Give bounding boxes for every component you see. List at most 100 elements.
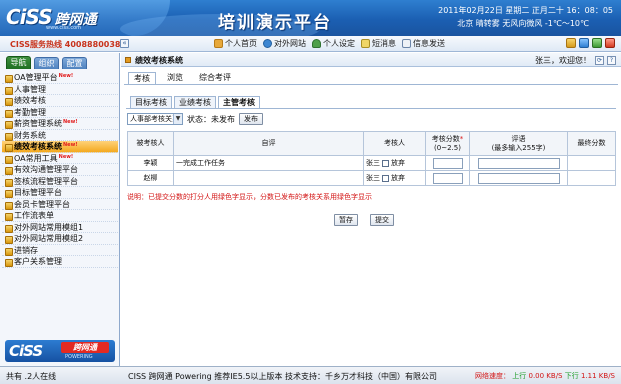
- tab-organization[interactable]: 组织: [34, 57, 59, 69]
- copyright-text: CISS 跨网通 Powering 推荐IE5.5以上版本 技术支持：千乡万才科…: [128, 372, 437, 381]
- sidebar-item[interactable]: 人事管理: [2, 84, 118, 95]
- link-label: 个人设定: [323, 39, 355, 48]
- link-label: 对外网站: [274, 39, 306, 48]
- sidebar-item[interactable]: 有效沟通管理平台: [2, 164, 118, 176]
- sidebar-item[interactable]: OA常用工具New!: [2, 153, 118, 164]
- cell-final-score: [567, 155, 616, 171]
- side-logo-powering: POWERING: [65, 354, 93, 360]
- sidebar-item[interactable]: 绩效考核系统New!: [2, 141, 118, 153]
- tab-overall-review[interactable]: 综合考评: [194, 72, 236, 84]
- relation-select[interactable]: 人事部考核关系 ▼: [127, 113, 183, 125]
- side-logo-en: CiSS: [9, 342, 43, 360]
- chevron-down-icon: ▼: [173, 114, 182, 124]
- sidebar-item[interactable]: 进销存: [2, 245, 118, 256]
- subtab-target-assessment[interactable]: 目标考核: [130, 96, 172, 108]
- cell-score: [425, 170, 470, 186]
- sidebar-item-label: 薪资管理系统: [14, 119, 62, 128]
- main-panel: 绩效考核系统 张三，欢迎您！ ⟳ ? 考核 浏览 综合考评 目标考核 业绩考核 …: [121, 53, 621, 366]
- publish-button[interactable]: 发布: [239, 113, 263, 125]
- sidebar-item-label: 财务系统: [14, 130, 46, 140]
- tab-configuration[interactable]: 配置: [62, 57, 87, 69]
- score-input[interactable]: [432, 157, 463, 169]
- explanation-note: 说明：已提交分数的打分人用绿色字显示，分数已发布的考核关系用绿色字显示: [127, 193, 372, 201]
- assessment-table: 被考核人 自评 考核人 考核分数* (0~2.5) 评语 (最多输入255字) …: [127, 131, 616, 186]
- link-personal-settings[interactable]: 个人设定: [312, 38, 355, 49]
- sidebar-item[interactable]: 财务系统: [2, 130, 118, 141]
- tab-browse[interactable]: 浏览: [162, 72, 188, 84]
- sidebar-item[interactable]: 客户关系管理: [2, 256, 118, 268]
- upload-label: 上行: [512, 372, 527, 380]
- col-score-range: (0~2.5): [434, 143, 461, 152]
- folder-icon[interactable]: [566, 38, 576, 48]
- user-settings-icon: [312, 39, 321, 48]
- collapse-sidebar-button[interactable]: «: [120, 39, 129, 48]
- link-personal-home[interactable]: 个人首页: [214, 38, 257, 49]
- table-row: 赵柳 张三 放弃: [127, 170, 616, 186]
- home-icon: [214, 39, 223, 48]
- status-bar: 共有 .2人在线 CISS 跨网通 Powering 推荐IE5.5以上版本 技…: [0, 366, 621, 384]
- logo-url: www.ciss.com: [46, 25, 82, 31]
- link-send-info[interactable]: 信息发送: [402, 38, 445, 49]
- message-icon: [361, 39, 370, 48]
- section-icon: [125, 57, 131, 63]
- network-speed: 网络速度： 上行 0.00 KB/S 下行 1.11 KB/S: [475, 371, 615, 381]
- sidebar-menu: OA管理平台New! 人事管理 绩效考核 考勤管理 薪资管理系统New! 财务系统 绩效考核…: [2, 72, 118, 268]
- subtab-performance-assessment[interactable]: 业绩考核: [174, 96, 216, 108]
- top-header: CiSS 跨网通 www.ciss.com 培训演示平台 2011年02月22日…: [0, 0, 621, 36]
- refresh-icon[interactable]: [579, 38, 589, 48]
- sidebar-item[interactable]: 薪资管理系统New!: [2, 118, 118, 130]
- sidebar-item[interactable]: OA管理平台New!: [2, 72, 118, 84]
- link-label: 信息发送: [413, 39, 445, 48]
- new-badge: New!: [63, 119, 78, 125]
- ciss-logo: CiSS 跨网通 www.ciss.com: [6, 5, 97, 31]
- subtab-divider: [126, 108, 616, 109]
- waive-checkbox[interactable]: [382, 174, 389, 182]
- sidebar-item-label: 对外网站常用模组1: [14, 222, 84, 232]
- sidebar-item[interactable]: 签核流程管理平台: [2, 176, 118, 187]
- sidebar-item-label: 有效沟通管理平台: [14, 165, 78, 174]
- col-final-score: 最终分数: [567, 131, 616, 156]
- comment-input[interactable]: [477, 157, 560, 169]
- mail-icon: [402, 39, 411, 48]
- sidebar-item[interactable]: 工作流表单: [2, 210, 118, 222]
- page-title: 绩效考核系统: [135, 56, 183, 65]
- exit-icon[interactable]: [605, 38, 615, 48]
- help-icon[interactable]: ?: [607, 56, 616, 65]
- sidebar-tabs: 导航 组织 配置: [0, 55, 120, 69]
- sidebar-item[interactable]: 绩效考核: [2, 95, 118, 107]
- score-input[interactable]: [432, 172, 463, 184]
- sidebar-item[interactable]: 会员卡管理平台: [2, 199, 118, 210]
- sidebar-item[interactable]: 目标管理平台: [2, 187, 118, 199]
- upload-value: 0.00 KB/S: [528, 372, 563, 380]
- cell-final-score: [567, 170, 616, 186]
- comment-input[interactable]: [477, 172, 560, 184]
- tab-assess[interactable]: 考核: [128, 72, 156, 84]
- online-count: 共有 .2人在线: [6, 372, 57, 381]
- cell-comment: [469, 170, 568, 186]
- link-short-message[interactable]: 短消息: [361, 38, 396, 49]
- waive-checkbox[interactable]: [382, 159, 389, 167]
- sidebar-item[interactable]: 对外网站常用模组2: [2, 233, 118, 245]
- download-icon[interactable]: [592, 38, 602, 48]
- side-logo-cn: 跨网通: [61, 342, 109, 353]
- waive-label: 放弃: [391, 174, 405, 182]
- col-self-eval: 自评: [173, 131, 364, 156]
- table-header-row: 被考核人 自评 考核人 考核分数* (0~2.5) 评语 (最多输入255字) …: [127, 131, 616, 156]
- form-actions: 暂存 提交: [334, 214, 394, 226]
- cell-comment: [469, 155, 568, 171]
- tab-navigation[interactable]: 导航: [6, 56, 31, 69]
- refresh-page-icon[interactable]: ⟳: [595, 56, 604, 65]
- sidebar-item[interactable]: 对外网站常用模组1: [2, 222, 118, 233]
- save-draft-button[interactable]: 暂存: [334, 214, 358, 226]
- submit-button[interactable]: 提交: [370, 214, 394, 226]
- reviewer-name: 张三: [366, 159, 380, 167]
- sidebar-item-label: 人事管理: [14, 84, 46, 94]
- welcome-text: 张三，欢迎您！: [535, 56, 591, 65]
- download-value: 1.11 KB/S: [580, 372, 615, 380]
- globe-icon: [263, 39, 272, 48]
- relation-select-value: 人事部考核关系: [130, 115, 179, 123]
- sidebar-item-label: 工作流表单: [14, 211, 54, 220]
- sidebar-item[interactable]: 考勤管理: [2, 107, 118, 118]
- link-label: 短消息: [372, 39, 396, 48]
- link-external-site[interactable]: 对外网站: [263, 38, 306, 49]
